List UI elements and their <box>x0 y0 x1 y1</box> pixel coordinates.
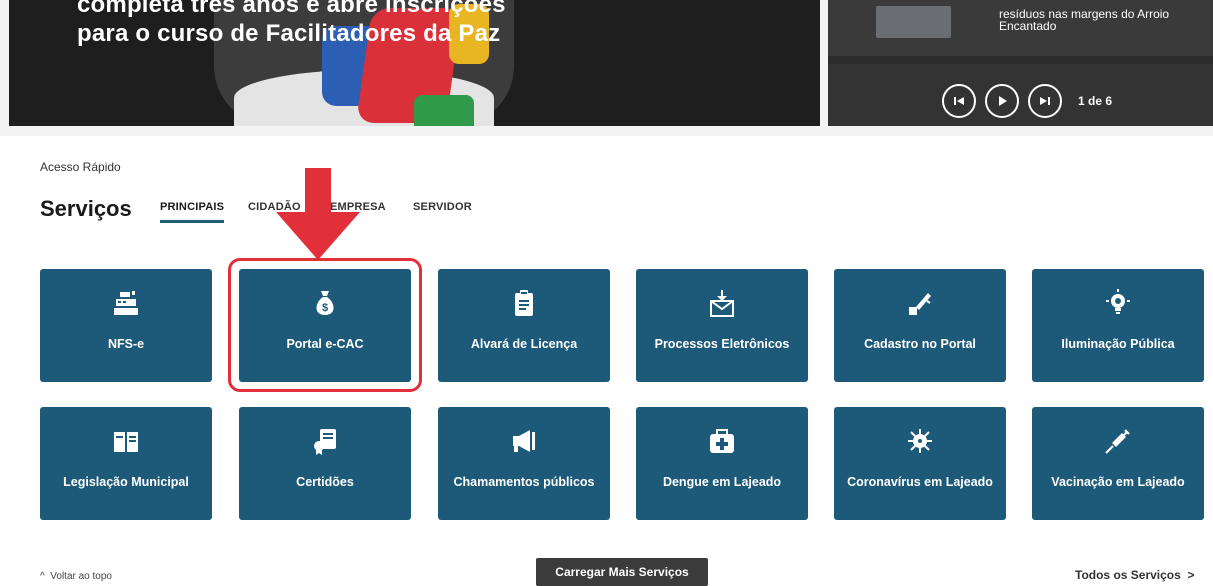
news-thumbnail <box>876 6 951 38</box>
service-card-iluminacao[interactable]: Iluminação Pública <box>1032 269 1204 382</box>
service-card-certidoes[interactable]: Certidões <box>239 407 411 520</box>
service-card-label: Chamamentos públicos <box>453 475 595 489</box>
featured-news-banner[interactable]: completa três anos e abre inscrições par… <box>9 0 820 126</box>
service-card-label: Cadastro no Portal <box>864 337 976 351</box>
service-card-label: Certidões <box>296 475 354 489</box>
news-sidebar: resíduos nas margens do Arroio Encantado… <box>828 0 1213 126</box>
play-icon <box>999 96 1007 106</box>
service-card-processos[interactable]: Processos Eletrônicos <box>636 269 808 382</box>
tab-servidor[interactable]: SERVIDOR <box>413 201 472 213</box>
lightbulb-icon <box>1106 289 1130 314</box>
back-to-top-label: Voltar ao topo <box>50 571 112 582</box>
certificate-icon <box>314 429 336 455</box>
carousel-controls: 1 de 6 <box>828 64 1213 126</box>
highlight-box <box>228 258 422 392</box>
news-item[interactable]: resíduos nas margens do Arroio Encantado <box>828 0 1213 56</box>
clipboard-icon <box>515 290 533 316</box>
load-more-button[interactable]: Carregar Mais Serviços <box>536 558 708 586</box>
service-card-cadastro[interactable]: Cadastro no Portal <box>834 269 1006 382</box>
back-to-top-link[interactable]: ^ Voltar ao topo <box>40 571 112 582</box>
virus-icon <box>908 429 932 453</box>
carousel-pager: 1 de 6 <box>1078 94 1113 108</box>
service-card-alvara[interactable]: Alvará de Licença <box>438 269 610 382</box>
chevron-up-icon: ^ <box>40 571 45 582</box>
service-card-label: NFS-e <box>107 337 145 351</box>
service-card-label: Iluminação Pública <box>1061 337 1175 351</box>
service-card-label: Dengue em Lajeado <box>662 475 782 489</box>
service-card-label: Alvará de Licença <box>470 337 578 351</box>
service-card-coronavirus[interactable]: Coronavírus em Lajeado <box>834 407 1006 520</box>
service-card-legislacao[interactable]: Legislação Municipal <box>40 407 212 520</box>
all-services-link[interactable]: Todos os Serviços > <box>1075 568 1195 582</box>
play-button[interactable] <box>985 84 1019 118</box>
previous-icon <box>954 97 964 105</box>
book-icon <box>114 432 138 452</box>
service-card-label: Processos Eletrônicos <box>654 337 790 351</box>
featured-news-title[interactable]: completa três anos e abre inscrições par… <box>77 0 507 48</box>
service-card-label: Coronavírus em Lajeado <box>847 475 993 489</box>
service-card-label: Legislação Municipal <box>63 475 189 489</box>
next-icon <box>1040 97 1050 105</box>
chevron-right-icon: > <box>1187 568 1195 582</box>
cash-register-icon <box>114 291 138 315</box>
news-carousel: completa três anos e abre inscrições par… <box>0 0 1213 136</box>
pen-signature-icon <box>909 293 931 315</box>
mail-download-icon <box>710 290 734 317</box>
service-card-vacinacao[interactable]: Vacinação em Lajeado <box>1032 407 1204 520</box>
green-puzzle-shape <box>414 95 474 126</box>
syringe-icon <box>1105 429 1130 454</box>
service-card-dengue[interactable]: Dengue em Lajeado <box>636 407 808 520</box>
news-item-title[interactable]: resíduos nas margens do Arroio Encantado <box>999 8 1199 32</box>
tab-principais[interactable]: PRINCIPAIS <box>160 201 224 213</box>
arrow-down-icon <box>276 168 360 260</box>
megaphone-icon <box>513 430 535 452</box>
service-card-label: Vacinação em Lajeado <box>1051 475 1185 489</box>
service-card-nfse[interactable]: NFS-e <box>40 269 212 382</box>
quick-access-label: Acesso Rápido <box>40 160 121 174</box>
service-card-chamamentos[interactable]: Chamamentos públicos <box>438 407 610 520</box>
services-title: Serviços <box>40 196 132 221</box>
previous-button[interactable] <box>942 84 976 118</box>
active-tab-indicator <box>160 220 224 223</box>
all-services-label: Todos os Serviços <box>1075 568 1181 582</box>
next-button[interactable] <box>1028 84 1062 118</box>
medkit-icon <box>710 429 734 453</box>
